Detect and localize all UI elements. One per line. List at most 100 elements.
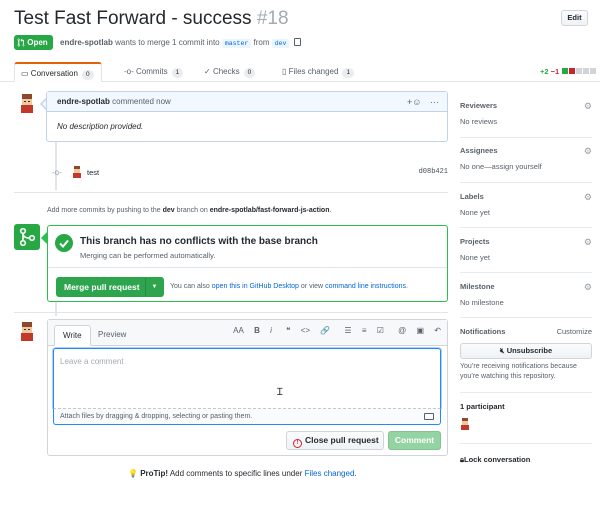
lock-conversation[interactable]: 🔒︎Lock conversation [460, 455, 530, 465]
unsubscribe-button[interactable]: 🔇︎ Unsubscribe [460, 343, 592, 359]
gear-icon[interactable]: ⚙ [584, 282, 592, 293]
mention-icon[interactable]: @ [398, 326, 406, 335]
files-changed-link[interactable]: Files changed [305, 469, 355, 478]
hint-middle: branch on [176, 207, 208, 214]
gear-icon[interactable]: ⚙ [584, 192, 592, 203]
edit-button[interactable]: Edit [561, 10, 588, 26]
status-badge: Open [14, 35, 53, 50]
sidebar-heading: Labels [460, 192, 484, 201]
bookmark-icon[interactable]: ▣ [417, 326, 425, 335]
sidebar-heading: Reviewers [460, 101, 498, 110]
merge-status-title: This branch has no conflicts with the ba… [80, 236, 318, 247]
head-branch[interactable]: dev [271, 39, 290, 48]
avatar[interactable] [15, 319, 39, 343]
merge-method-dropdown[interactable]: ▼ [145, 278, 163, 296]
open-in-desktop-link[interactable]: open this in GitHub Desktop [212, 283, 299, 290]
diffstat: +2 −1 [540, 67, 597, 76]
pr-number: #18 [256, 8, 289, 29]
header-text-icon[interactable]: AA [233, 326, 244, 335]
comment-button[interactable]: Comment [388, 431, 441, 450]
attach-files-bar[interactable]: Attach files by dragging & dropping, sel… [53, 408, 441, 425]
light-bulb-icon: 💡 [128, 469, 138, 478]
avatar[interactable] [15, 91, 39, 115]
timeline-divider [14, 192, 448, 195]
unordered-list-icon[interactable]: ☰ [344, 326, 351, 335]
sidebar-assignees[interactable]: Assignees No one—assign yourself ⚙ [460, 146, 592, 171]
add-reaction-icon[interactable]: +☺ [407, 97, 421, 107]
merge-status-icon [14, 224, 40, 250]
italic-icon[interactable]: i [270, 326, 272, 335]
sidebar-heading: Projects [460, 237, 490, 246]
check-circle-icon [55, 234, 73, 252]
sidebar-reviewers[interactable]: Reviewers No reviews ⚙ [460, 101, 592, 126]
notification-reason: You’re receiving notifications because y… [460, 363, 577, 380]
customize-link[interactable]: Customize [557, 327, 592, 336]
pr-title-text: Test Fast Forward - success [14, 8, 252, 29]
sidebar-divider [460, 182, 592, 183]
comment-actions: +☺ ··· [407, 92, 439, 112]
comment-author[interactable]: endre-spotlab [57, 97, 110, 106]
tab-write[interactable]: Write [54, 325, 91, 346]
markdown-icon[interactable] [424, 413, 434, 420]
pr-tabs: ▭ Conversation 0 -o- Commits 1 ✓ Checks 0 ▯… [0, 62, 600, 82]
close-pull-request-button[interactable]: ! Close pull request [286, 431, 384, 450]
commit-message[interactable]: test [87, 168, 99, 177]
tab-files-changed[interactable]: ▯ Files changed 1 [282, 62, 355, 82]
git-commit-icon: -o- [52, 168, 62, 177]
file-diff-icon: ▯ [282, 67, 287, 76]
gear-icon[interactable]: ⚙ [584, 101, 592, 112]
tab-conversation[interactable]: ▭ Conversation 0 [14, 62, 102, 82]
sidebar-heading: 1 participant [460, 402, 505, 411]
tab-count: 1 [171, 68, 184, 78]
hint-repo: endre-spotlab/fast-forward-js-action [209, 207, 330, 214]
tab-count: 1 [342, 68, 355, 78]
comment-body: No description provided. [57, 122, 144, 131]
author-link[interactable]: endre-spotlab [60, 38, 113, 47]
tab-checks[interactable]: ✓ Checks 0 [204, 62, 256, 82]
close-button-label: Close pull request [305, 435, 379, 445]
sidebar-notifications: Notifications Customize [460, 327, 592, 336]
sidebar-value: No milestone [460, 298, 504, 307]
sidebar-participants: 1 participant [460, 402, 592, 430]
editor-header: Write Preview AA B i ❝ <> 🔗 ☰ ≡ ☑ @ ▣ ↶ [48, 320, 447, 346]
command-line-instructions-link[interactable]: command line instructions [325, 283, 406, 290]
kebab-menu-icon[interactable]: ··· [430, 97, 439, 107]
tab-count: 0 [81, 70, 94, 80]
protip-suffix: . [354, 469, 357, 478]
add-more-commits-hint: Add more commits by pushing to the dev b… [47, 207, 331, 214]
merge-button-label: Merge pull request [64, 282, 140, 292]
sidebar-milestone[interactable]: Milestone No milestone ⚙ [460, 282, 592, 307]
comment-action: commented now [112, 97, 171, 106]
reply-icon[interactable]: ↶ [434, 326, 441, 335]
protip: 💡 ProTip! Add comments to specific lines… [128, 469, 357, 478]
quote-icon[interactable]: ❝ [286, 326, 290, 335]
comment-discussion-icon: ▭ [21, 69, 29, 78]
copy-icon[interactable] [293, 38, 301, 46]
commit-avatar[interactable] [72, 166, 82, 178]
sidebar-value: No reviews [460, 117, 498, 126]
merge-pull-request-button[interactable]: Merge pull request ▼ [56, 277, 164, 297]
sidebar-labels[interactable]: Labels None yet ⚙ [460, 192, 592, 217]
mute-icon: 🔇︎ [499, 346, 505, 355]
protip-text: Add comments to specific lines under [169, 469, 303, 478]
tab-label: Conversation [30, 69, 78, 78]
bold-icon[interactable]: B [254, 326, 260, 335]
commit-sha[interactable]: d08b421 [419, 168, 448, 176]
tab-commits[interactable]: -o- Commits 1 [124, 62, 184, 82]
sidebar-value: None yet [460, 253, 491, 262]
from-text: from [253, 38, 270, 47]
comment-textarea[interactable]: Leave a comment [53, 348, 441, 408]
hint-branch: dev [162, 207, 175, 214]
link-icon[interactable]: 🔗 [320, 326, 330, 335]
participant-avatar[interactable] [460, 418, 470, 430]
sidebar-projects[interactable]: Projects None yet ⚙ [460, 237, 592, 262]
gear-icon[interactable]: ⚙ [584, 146, 592, 157]
gear-icon[interactable]: ⚙ [584, 237, 592, 248]
tab-preview[interactable]: Preview [90, 325, 134, 346]
diffstat-deletions: −1 [550, 67, 560, 76]
ordered-list-icon[interactable]: ≡ [362, 326, 367, 335]
code-icon[interactable]: <> [301, 326, 310, 335]
base-branch[interactable]: master [221, 39, 252, 48]
timeline-divider [14, 312, 448, 315]
task-list-icon[interactable]: ☑ [377, 326, 384, 335]
